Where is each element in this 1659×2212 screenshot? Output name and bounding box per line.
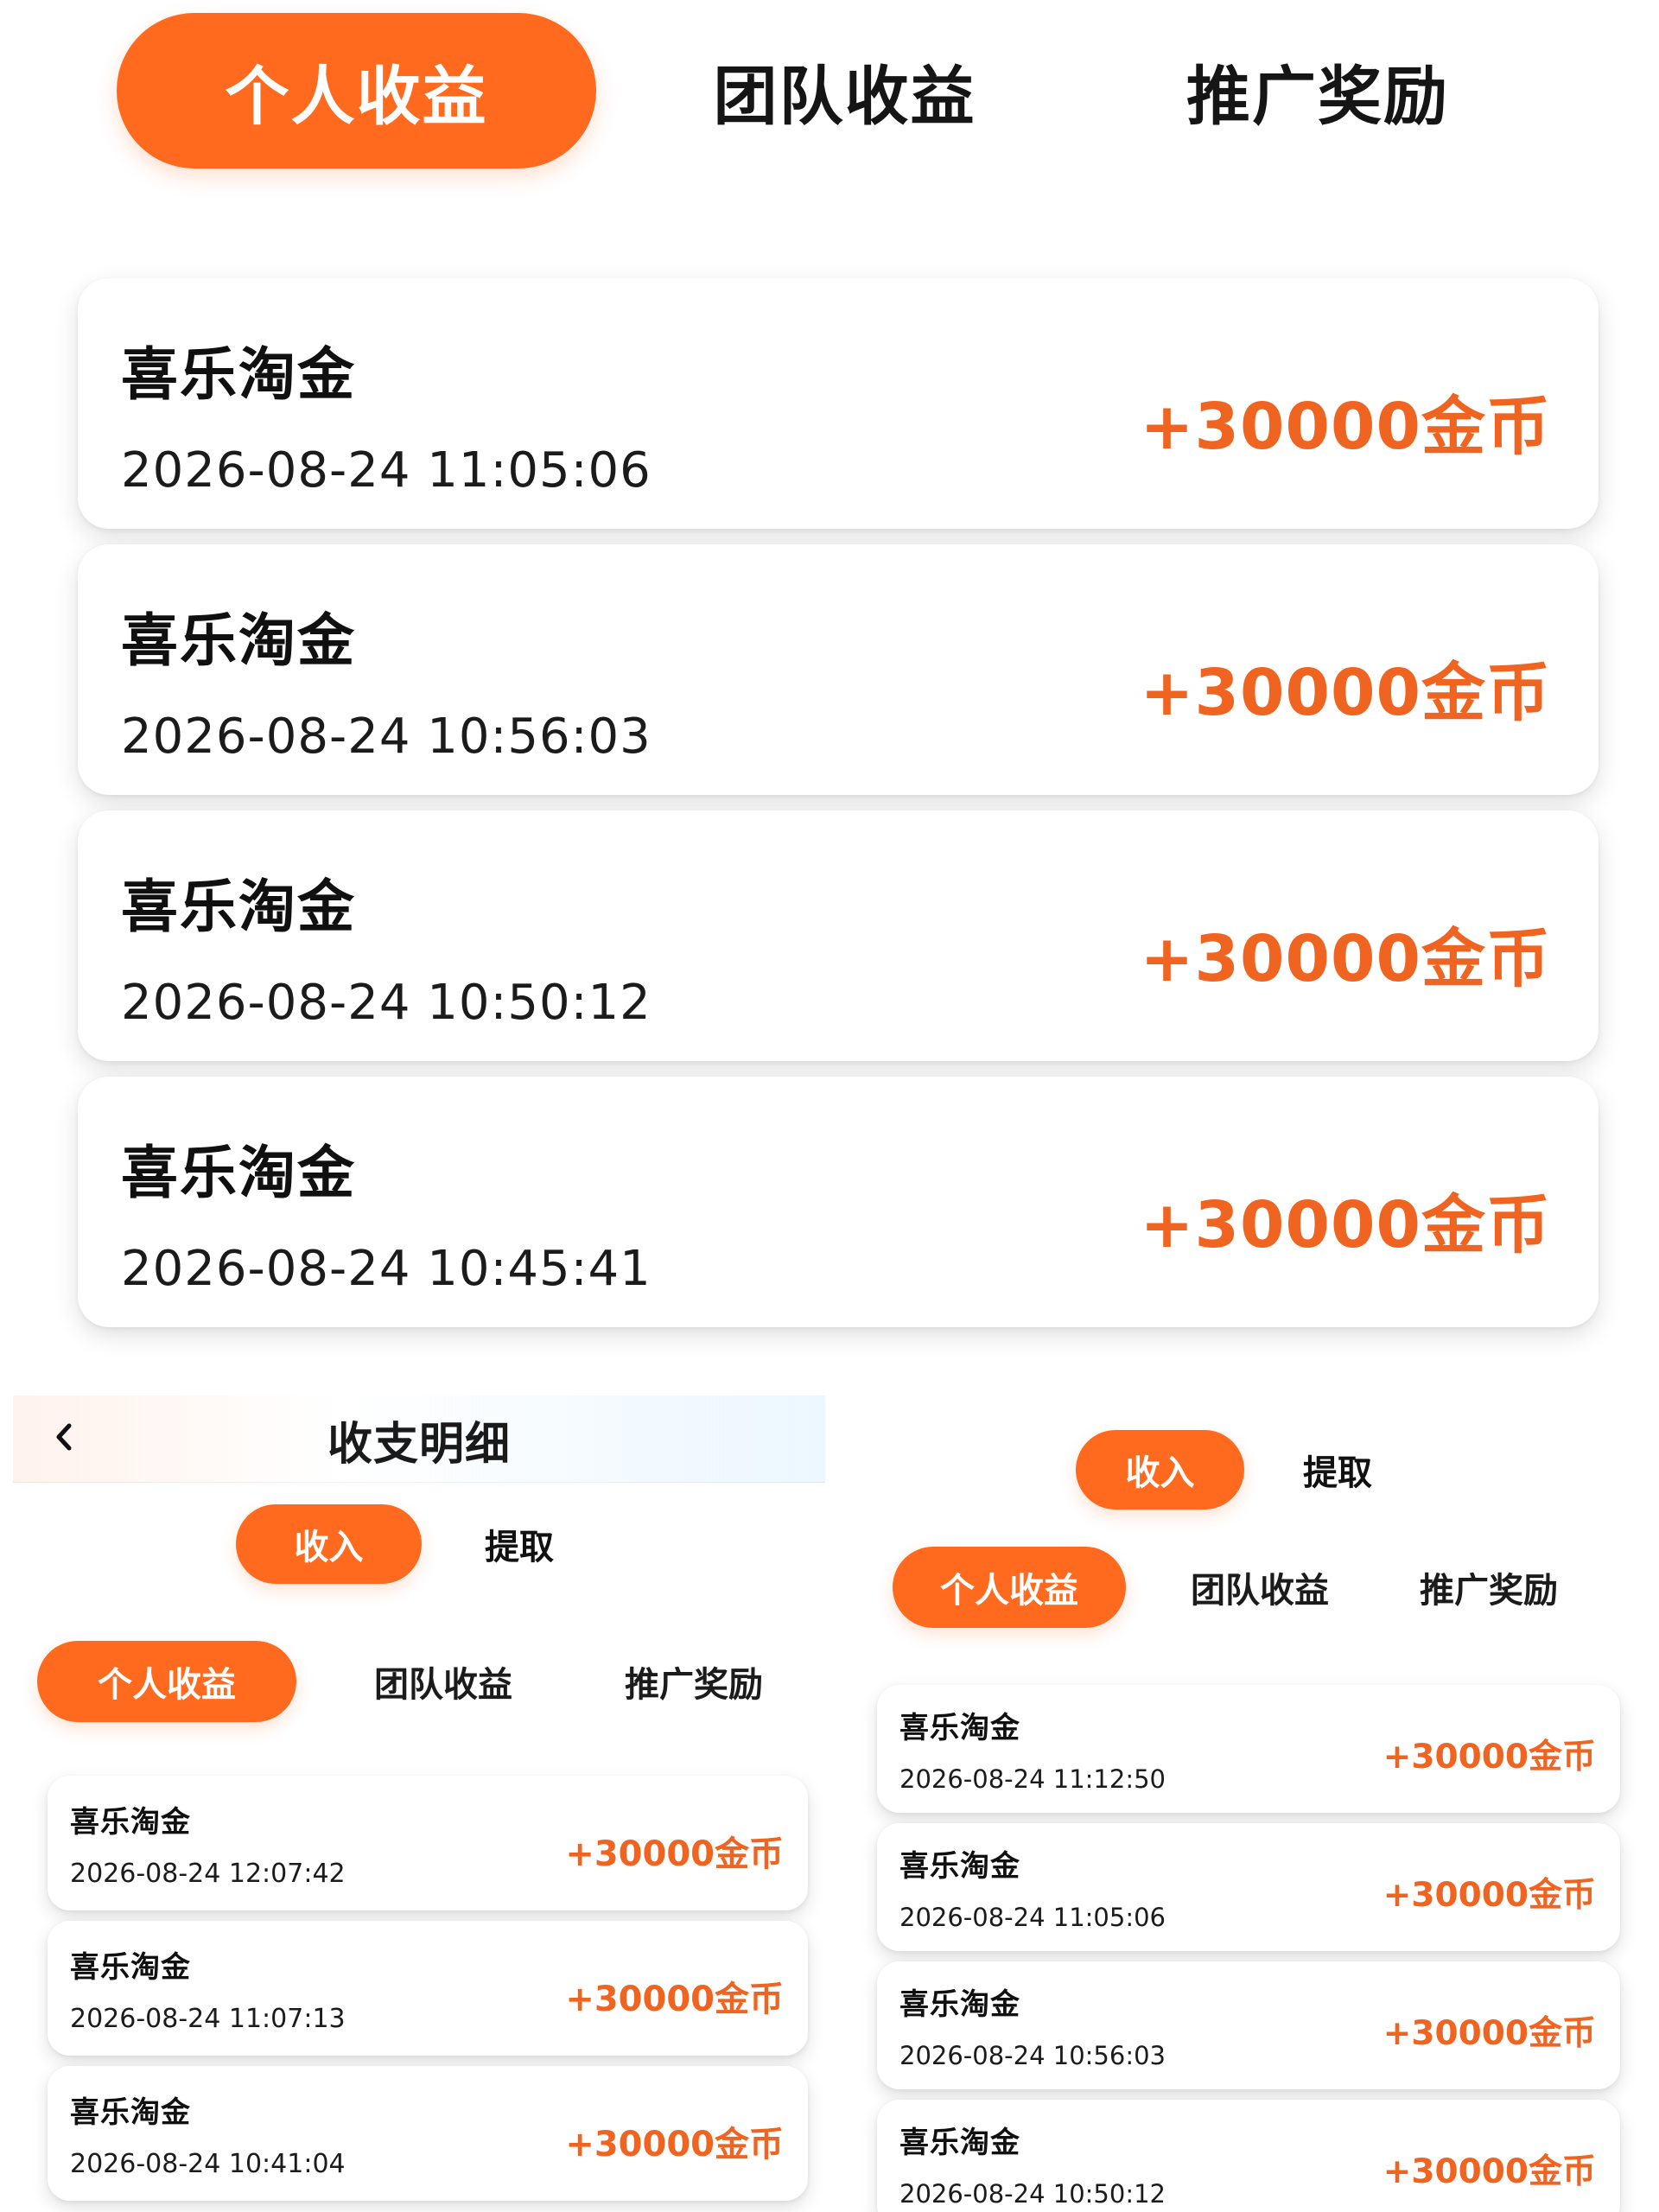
earnings-record-list: 喜乐淘金 2026-08-24 11:12:50 +30000金币 喜乐淘金 2… (877, 1685, 1620, 2212)
record-title: 喜乐淘金 (70, 2095, 191, 2130)
record-amount: +30000金币 (565, 1980, 784, 2019)
toggle-income[interactable]: 收入 (1076, 1430, 1244, 1510)
record-time: 2026-08-24 10:50:12 (899, 2179, 1166, 2209)
record-time: 2026-08-24 12:07:42 (70, 1859, 346, 1889)
record-title: 喜乐淘金 (899, 1711, 1020, 1745)
record-amount: +30000金币 (1140, 390, 1551, 464)
record-title: 喜乐淘金 (70, 1950, 191, 1985)
record-card[interactable]: 喜乐淘金 2026-08-24 10:50:12 +30000金币 (78, 810, 1599, 1061)
earnings-tabs: 个人收益 团队收益 推广奖励 (37, 1641, 798, 1722)
tab-team-earnings[interactable]: 团队收益 (340, 1641, 547, 1722)
record-time: 2026-08-24 10:50:12 (121, 975, 652, 1031)
record-time: 2026-08-24 11:12:50 (899, 1764, 1166, 1794)
tab-personal-earnings[interactable]: 个人收益 (117, 13, 596, 168)
record-amount: +30000金币 (565, 2125, 784, 2164)
record-title: 喜乐淘金 (121, 1140, 356, 1206)
tab-personal-earnings[interactable]: 个人收益 (37, 1641, 296, 1722)
earnings-record-list: 喜乐淘金 2026-08-24 11:05:06 +30000金币 喜乐淘金 2… (78, 278, 1599, 1327)
record-card[interactable]: 喜乐淘金 2026-08-24 10:41:04 +30000金币 (48, 2066, 808, 2201)
tab-personal-earnings[interactable]: 个人收益 (893, 1547, 1126, 1628)
record-title: 喜乐淘金 (899, 1987, 1020, 2022)
record-card[interactable]: 喜乐淘金 2026-08-24 11:05:06 +30000金币 (78, 278, 1599, 529)
tab-promotion-rewards[interactable]: 推广奖励 (590, 1641, 798, 1722)
record-card[interactable]: 喜乐淘金 2026-08-24 10:45:41 +30000金币 (78, 1077, 1599, 1327)
record-card[interactable]: 喜乐淘金 2026-08-24 11:12:50 +30000金币 (877, 1685, 1620, 1813)
record-card[interactable]: 喜乐淘金 2026-08-24 10:56:03 +30000金币 (877, 1961, 1620, 2089)
record-card[interactable]: 喜乐淘金 2026-08-24 11:05:06 +30000金币 (877, 1823, 1620, 1951)
record-time: 2026-08-24 11:05:06 (899, 1903, 1166, 1932)
record-time: 2026-08-24 11:05:06 (121, 442, 652, 499)
record-title: 喜乐淘金 (899, 2126, 1020, 2160)
earnings-tabs: 个人收益 团队收益 推广奖励 (117, 13, 1542, 168)
transactions-screen-left: 收支明细 收入 提取 个人收益 团队收益 推广奖励 喜乐淘金 2026-08-2… (13, 1395, 825, 2212)
record-time: 2026-08-24 10:56:03 (121, 709, 652, 765)
record-amount: +30000金币 (1140, 656, 1551, 730)
tab-promotion-rewards[interactable]: 推广奖励 (1093, 13, 1542, 168)
record-title: 喜乐淘金 (121, 607, 356, 674)
record-amount: +30000金币 (1382, 1738, 1596, 1777)
record-amount: +30000金币 (1382, 2152, 1596, 2191)
collage-canvas: 个人收益 团队收益 推广奖励 喜乐淘金 2026-08-24 11:05:06 … (0, 0, 1659, 2212)
record-amount: +30000金币 (1140, 1188, 1551, 1262)
tab-team-earnings[interactable]: 团队收益 (620, 13, 1070, 168)
income-withdraw-toggle: 收入 提取 (236, 1504, 584, 1584)
record-card[interactable]: 喜乐淘金 2026-08-24 10:56:03 +30000金币 (78, 544, 1599, 795)
record-time: 2026-08-24 10:56:03 (899, 2041, 1166, 2070)
record-amount: +30000金币 (1382, 2014, 1596, 2053)
record-card[interactable]: 喜乐淘金 2026-08-24 10:50:12 +30000金币 (877, 2100, 1620, 2212)
page-title: 收支明细 (327, 1419, 511, 1471)
earnings-tabs: 个人收益 团队收益 推广奖励 (893, 1547, 1584, 1628)
toggle-income[interactable]: 收入 (236, 1504, 422, 1584)
record-title: 喜乐淘金 (121, 341, 356, 408)
tab-team-earnings[interactable]: 团队收益 (1165, 1547, 1355, 1628)
record-title: 喜乐淘金 (70, 1805, 191, 1840)
record-amount: +30000金币 (1140, 922, 1551, 996)
record-title: 喜乐淘金 (121, 874, 356, 940)
tab-promotion-rewards[interactable]: 推广奖励 (1394, 1547, 1584, 1628)
toggle-withdraw[interactable]: 提取 (454, 1504, 584, 1584)
toggle-withdraw[interactable]: 提取 (1277, 1430, 1398, 1510)
top-earnings-panel: 个人收益 团队收益 推广奖励 喜乐淘金 2026-08-24 11:05:06 … (0, 0, 1659, 1374)
transactions-screen-right: 收入 提取 个人收益 团队收益 推广奖励 喜乐淘金 2026-08-24 11:… (842, 1400, 1646, 2212)
record-time: 2026-08-24 11:07:13 (70, 2004, 346, 2034)
record-card[interactable]: 喜乐淘金 2026-08-24 12:07:42 +30000金币 (48, 1776, 808, 1910)
record-time: 2026-08-24 10:41:04 (70, 2149, 346, 2179)
screen-header: 收支明细 (13, 1395, 825, 1483)
record-time: 2026-08-24 10:45:41 (121, 1241, 652, 1297)
record-amount: +30000金币 (1382, 1876, 1596, 1915)
income-withdraw-toggle: 收入 提取 (1076, 1430, 1398, 1510)
earnings-record-list: 喜乐淘金 2026-08-24 12:07:42 +30000金币 喜乐淘金 2… (48, 1776, 808, 2201)
record-card[interactable]: 喜乐淘金 2026-08-24 11:07:13 +30000金币 (48, 1921, 808, 2056)
record-amount: +30000金币 (565, 1834, 784, 1874)
record-title: 喜乐淘金 (899, 1849, 1020, 1884)
